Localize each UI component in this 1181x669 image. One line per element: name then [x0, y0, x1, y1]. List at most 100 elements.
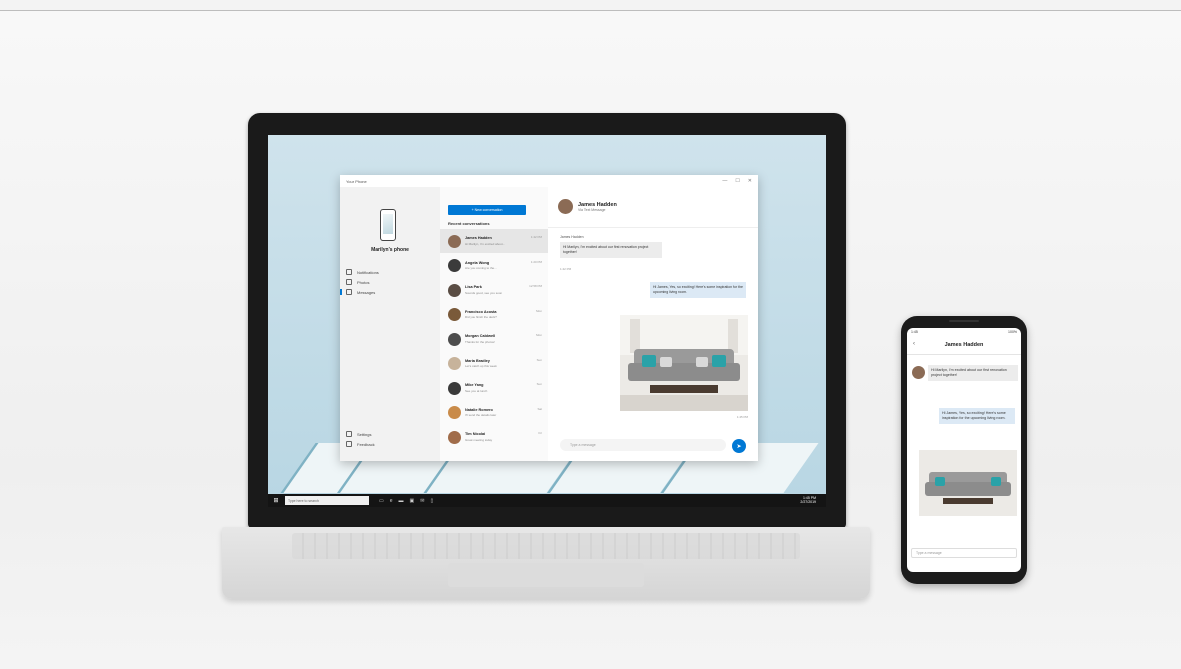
photo-icon: [346, 279, 352, 285]
divider: [907, 354, 1021, 355]
chat-pane: James Hadden Via Text Message James Hadd…: [548, 187, 758, 461]
conversation-name: Angela Wong: [465, 260, 490, 265]
conversation-time: Mon: [536, 333, 542, 337]
windows-start-icon[interactable]: ⊞: [271, 496, 281, 506]
conversation-name: James Hadden: [465, 236, 492, 241]
avatar: [448, 283, 461, 297]
window-title: Your Phone: [346, 178, 367, 184]
close-button[interactable]: ✕: [748, 178, 752, 184]
conversation-preview: Sounds good, see you soon: [465, 290, 503, 295]
conversation-time: Mon: [536, 308, 542, 313]
taskbar: ⊞ Type here to search ▭ e ▬ ▣ ✉ ▯ 1:45 P…: [268, 494, 826, 507]
your-phone-icon[interactable]: ▯: [430, 498, 433, 504]
conversation-preview: Great meeting today: [465, 437, 493, 442]
nav-settings[interactable]: Settings: [346, 431, 371, 437]
message-icon: [346, 289, 352, 295]
conversation-preview: Are you coming to the...: [465, 266, 497, 271]
photo-time: 1:45 PM: [736, 415, 748, 419]
message-time: 1:42 PM: [560, 267, 572, 271]
avatar: [448, 357, 461, 370]
conversation-item[interactable]: Lisa Park Sounds good, see you soon 12:58 …: [440, 278, 548, 302]
laptop-bezel: Your Phone — ☐ ✕ Marilyn's phone Notific…: [248, 113, 846, 528]
outgoing-message[interactable]: Hi James, Yes, so exciting! Here's some …: [650, 282, 746, 298]
phone-outgoing-message[interactable]: Hi James, Yes, so exciting! Here's some …: [939, 408, 1015, 424]
mail-icon[interactable]: ✉: [420, 498, 424, 504]
conversation-item[interactable]: James Hadden Hi Marilyn, I'm excited abou…: [440, 229, 548, 253]
chat-subtitle: Via Text Message: [578, 207, 606, 212]
conversation-name: Francisco Acosta: [465, 309, 497, 314]
conversation-preview: Thanks for the photos!: [465, 339, 495, 344]
phone-screen: 1:45 100% ‹ James Hadden Hi Marilyn, I'm…: [907, 328, 1021, 572]
task-view-icon[interactable]: ▭: [379, 498, 384, 504]
conversation-item[interactable]: Tim Nicolai Great meeting today Fri: [440, 425, 548, 449]
chat-header: James Hadden Via Text Message: [558, 199, 617, 214]
your-phone-window: Your Phone — ☐ ✕ Marilyn's phone Notific…: [339, 175, 758, 461]
phone-chat-title: James Hadden: [944, 342, 984, 348]
title-bar: Your Phone — ☐ ✕: [340, 175, 758, 187]
avatar: [448, 332, 461, 346]
minimize-button[interactable]: —: [722, 178, 727, 184]
laptop-base: [222, 527, 870, 599]
send-button[interactable]: ➤: [732, 439, 746, 453]
new-conversation-button[interactable]: + New conversation: [448, 205, 526, 215]
conversation-list-pane: + New conversation Recent conversations …: [440, 187, 549, 461]
conversation-item[interactable]: Natalie Romero I'll send the details late…: [440, 401, 548, 425]
message-sender: James Hadden: [560, 235, 584, 239]
chat-contact-name: James Hadden: [578, 201, 617, 208]
compose-field[interactable]: Type a message: [560, 439, 726, 451]
phone-device-icon: [380, 209, 396, 241]
taskbar-clock[interactable]: 1:45 PM 2/27/2019: [800, 496, 816, 504]
trackpad: [448, 563, 644, 587]
avatar: [558, 199, 573, 214]
nav-notifications[interactable]: Notifications: [346, 269, 379, 275]
conversation-preview: See you at lunch: [465, 388, 488, 393]
bell-icon: [346, 269, 352, 275]
nav-feedback[interactable]: Feedback: [346, 441, 375, 447]
maximize-button[interactable]: ☐: [735, 178, 739, 184]
avatar: [448, 259, 461, 272]
desktop: Your Phone — ☐ ✕ Marilyn's phone Notific…: [268, 135, 826, 507]
phone-sofa-photo[interactable]: [919, 450, 1017, 516]
conversation-preview: Let's catch up this week: [465, 364, 497, 369]
avatar: [448, 430, 461, 444]
recent-conversations-heading: Recent conversations: [448, 221, 490, 226]
phone-compose-field[interactable]: Type a message: [911, 548, 1017, 558]
conversation-item[interactable]: Francisco Acosta Did you finish the deck?…: [440, 303, 548, 327]
nav-messages[interactable]: Messages: [339, 289, 375, 295]
conversation-item[interactable]: Morgan Caldwell Thanks for the photos! Mon: [440, 327, 548, 351]
taskbar-search[interactable]: Type here to search: [285, 496, 369, 505]
phone-incoming-message[interactable]: Hi Marilyn, I'm excited about our first …: [928, 365, 1018, 381]
conversation-name: Tim Nicolai: [465, 432, 486, 437]
conversation-preview: Hi Marilyn, I'm excited about...: [465, 241, 506, 246]
keyboard: [292, 533, 800, 559]
gear-icon: [346, 431, 352, 437]
compose-placeholder: Type a message: [570, 443, 596, 447]
avatar: [448, 406, 461, 419]
nav-photos[interactable]: Photos: [346, 279, 369, 285]
incoming-message[interactable]: Hi Marilyn, I'm excited about our first …: [560, 242, 662, 258]
conversation-name: Morgan Caldwell: [465, 334, 496, 339]
conversation-time: Sun: [536, 382, 542, 386]
store-icon[interactable]: ▣: [410, 498, 415, 504]
conversation-name: Lisa Park: [465, 285, 482, 290]
feedback-icon: [346, 441, 352, 447]
conversation-preview: Did you finish the deck?: [465, 315, 497, 320]
avatar: [912, 366, 925, 379]
avatar: [448, 381, 461, 395]
conversation-time: Sun: [536, 357, 542, 362]
conversation-time: 1:42 PM: [530, 235, 542, 239]
conversation-item[interactable]: Mike Yang See you at lunch Sun: [440, 376, 548, 400]
avatar: [448, 234, 461, 248]
conversation-item[interactable]: Maria Bradley Let's catch up this week Sun: [440, 352, 548, 376]
conversation-preview: I'll send the details later: [465, 413, 497, 418]
sofa-photo[interactable]: [620, 315, 748, 411]
smartphone: 1:45 100% ‹ James Hadden Hi Marilyn, I'm…: [901, 316, 1027, 584]
conversation-item[interactable]: Angela Wong Are you coming to the... 1:20 …: [440, 254, 548, 278]
divider: [548, 227, 758, 228]
left-pane: Marilyn's phone Notifications Photos Mes…: [339, 187, 440, 461]
edge-icon[interactable]: e: [390, 498, 393, 504]
status-bar: 1:45 100%: [911, 330, 1017, 334]
avatar: [448, 308, 461, 321]
folder-icon[interactable]: ▬: [399, 498, 404, 504]
device-name: Marilyn's phone: [371, 247, 409, 253]
